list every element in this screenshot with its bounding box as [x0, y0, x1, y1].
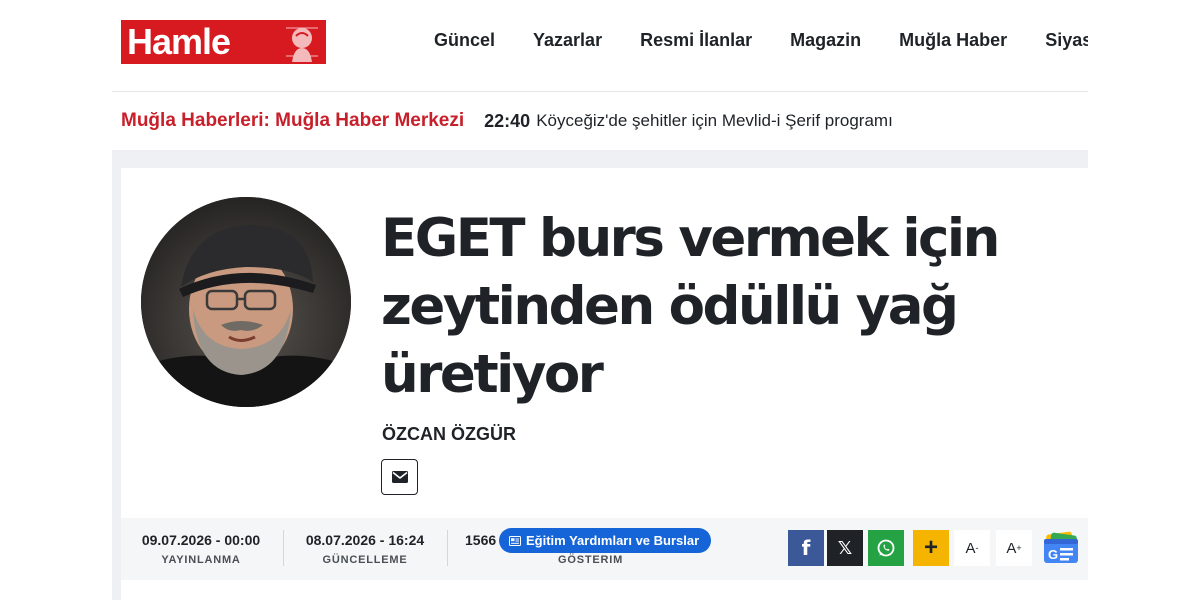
meta-divider [283, 530, 284, 566]
nav-item-yazarlar[interactable]: Yazarlar [533, 30, 602, 51]
x-share-button[interactable]: 𝕏 [827, 530, 863, 566]
category-label: Eğitim Yardımları ve Burslar [526, 533, 700, 548]
font-decrease-button[interactable]: A- [954, 530, 990, 566]
published-stat: 09.07.2026 - 00:00 YAYINLANMA [131, 532, 271, 566]
logo-text: Hamle [127, 21, 231, 62]
x-icon: 𝕏 [837, 537, 853, 558]
more-share-button[interactable]: + [913, 530, 949, 566]
views-label: GÖSTERIM [558, 554, 624, 566]
article-title: EGET burs vermek için zeytinden ödüllü y… [381, 208, 1000, 405]
font-increase-label: A [1006, 539, 1017, 557]
author-avatar [141, 197, 351, 407]
mail-icon [391, 471, 408, 483]
whatsapp-icon [877, 539, 895, 557]
site-header: Hamle Güncel Yazarlar Resmi İlanlar Maga… [112, 0, 1088, 92]
ticker-time: 22:40 [484, 110, 531, 131]
google-news-icon[interactable]: G [1041, 531, 1081, 565]
nav-item-guncel[interactable]: Güncel [434, 30, 495, 51]
published-label: YAYINLANMA [161, 554, 241, 566]
logo-emblem-icon [282, 22, 322, 62]
facebook-share-button[interactable]: f [788, 530, 824, 566]
author-photo [141, 197, 351, 407]
updated-stat: 08.07.2026 - 16:24 GÜNCELLEME [295, 532, 435, 566]
updated-label: GÜNCELLEME [322, 554, 408, 566]
nav-item-magazin[interactable]: Magazin [790, 30, 861, 51]
whatsapp-share-button[interactable] [868, 530, 904, 566]
site-logo[interactable]: Hamle [121, 20, 326, 64]
updated-date: 08.07.2026 - 16:24 [305, 532, 425, 548]
plus-icon: + [923, 534, 938, 561]
facebook-icon: f [801, 536, 811, 560]
author-name[interactable]: ÖZCAN ÖZGÜR [382, 424, 516, 445]
nav-item-mugla-haber[interactable]: Muğla Haber [899, 30, 1007, 51]
svg-text:G: G [1048, 547, 1058, 562]
font-increase-button[interactable]: A + [996, 530, 1032, 566]
published-date: 09.07.2026 - 00:00 [141, 532, 261, 548]
nav-item-siyaset[interactable]: Siyaset [1045, 30, 1088, 51]
main-nav: Güncel Yazarlar Resmi İlanlar Magazin Mu… [434, 28, 1088, 58]
ticker-title[interactable]: Muğla Haberleri: Muğla Haber Merkezi [121, 110, 464, 132]
author-mail-button[interactable] [381, 459, 418, 495]
news-ticker: Muğla Haberleri: Muğla Haber Merkezi 22:… [112, 92, 1088, 150]
newspaper-icon [509, 535, 521, 546]
meta-divider [447, 530, 448, 566]
category-badge[interactable]: Eğitim Yardımları ve Burslar [499, 528, 712, 553]
ticker-headline[interactable]: Köyceğiz'de şehitler için Mevlid-i Şerif… [536, 111, 893, 131]
nav-item-resmi-ilanlar[interactable]: Resmi İlanlar [640, 30, 752, 51]
font-decrease-label: A [965, 539, 976, 557]
